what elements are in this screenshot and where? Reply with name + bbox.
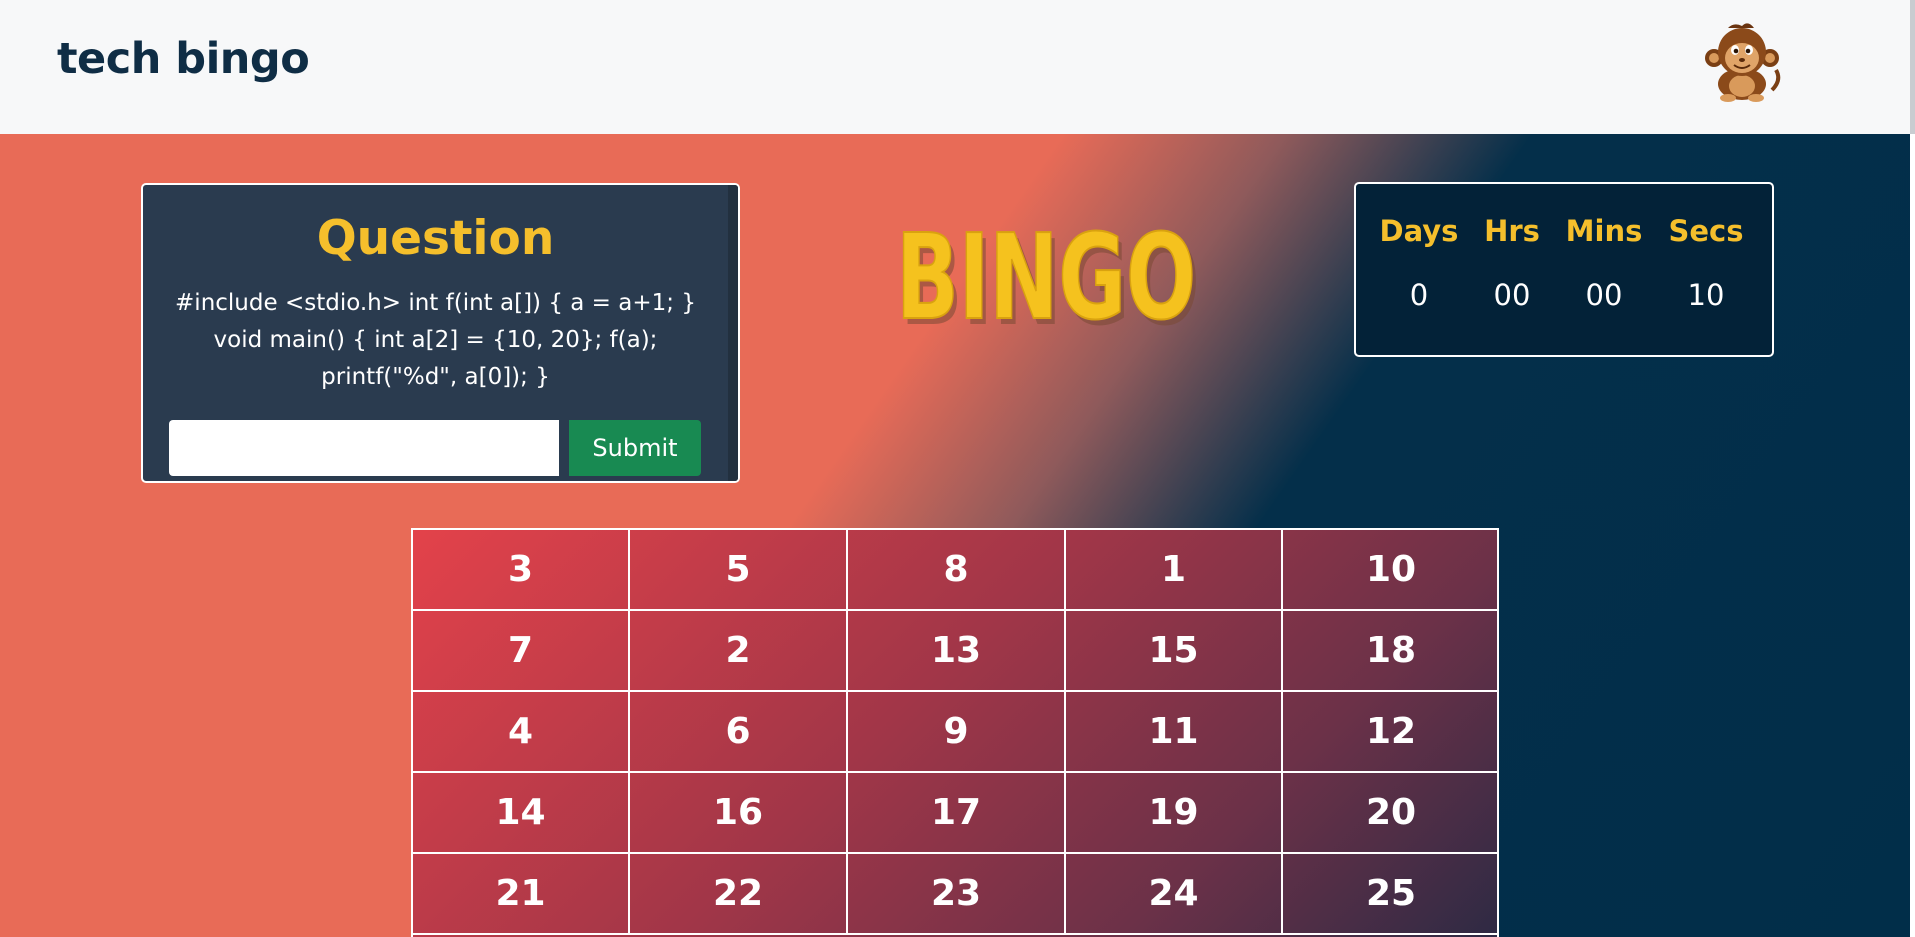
timer-seconds-value: 10 bbox=[1687, 278, 1725, 312]
bingo-cell[interactable]: 11 bbox=[1066, 692, 1283, 773]
top-navbar: tech bingo bbox=[0, 0, 1915, 134]
timer-days: Days 0 bbox=[1371, 214, 1467, 312]
timer-hours: Hrs 00 bbox=[1464, 214, 1560, 312]
bingo-cell[interactable]: 18 bbox=[1283, 611, 1497, 692]
bingo-logo: BINGO BINGO bbox=[895, 207, 1200, 350]
submit-button[interactable]: Submit bbox=[569, 420, 701, 476]
timer-minutes-value: 00 bbox=[1585, 278, 1623, 312]
question-scrollbar[interactable] bbox=[728, 185, 738, 481]
bingo-cell[interactable]: 6 bbox=[630, 692, 848, 773]
brand-title[interactable]: tech bingo bbox=[57, 34, 310, 84]
bingo-cell[interactable]: 13 bbox=[848, 611, 1066, 692]
timer-days-label: Days bbox=[1379, 214, 1459, 248]
bingo-cell[interactable]: 4 bbox=[413, 692, 630, 773]
bingo-cell[interactable]: 24 bbox=[1066, 854, 1283, 935]
bingo-cell[interactable]: 20 bbox=[1283, 773, 1497, 854]
timer-hours-value: 00 bbox=[1493, 278, 1531, 312]
bingo-cell[interactable]: 22 bbox=[630, 854, 848, 935]
timer-days-value: 0 bbox=[1409, 278, 1429, 312]
bingo-cell[interactable]: 5 bbox=[630, 530, 848, 611]
timer-hours-label: Hrs bbox=[1484, 214, 1540, 248]
question-card: Question #include <stdio.h> int f(int a[… bbox=[141, 183, 740, 483]
bingo-logo-text: BINGO bbox=[896, 208, 1196, 346]
bingo-cell[interactable]: 1 bbox=[1066, 530, 1283, 611]
bingo-cell[interactable]: 2 bbox=[630, 611, 848, 692]
bingo-cell[interactable]: 19 bbox=[1066, 773, 1283, 854]
bingo-cell[interactable]: 12 bbox=[1283, 692, 1497, 773]
timer-minutes-label: Mins bbox=[1565, 214, 1643, 248]
bingo-cell[interactable]: 17 bbox=[848, 773, 1066, 854]
question-title: Question bbox=[316, 211, 555, 266]
bingo-cell[interactable]: 23 bbox=[848, 854, 1066, 935]
answer-input[interactable] bbox=[169, 420, 559, 476]
bingo-cell[interactable]: 10 bbox=[1283, 530, 1497, 611]
bingo-cell[interactable]: 14 bbox=[413, 773, 630, 854]
bingo-cell[interactable]: 8 bbox=[848, 530, 1066, 611]
timer-seconds: Secs 10 bbox=[1658, 214, 1754, 312]
question-code-text: #include <stdio.h> int f(int a[]) { a = … bbox=[175, 290, 696, 390]
timer-minutes: Mins 00 bbox=[1556, 214, 1652, 312]
bingo-cell[interactable]: 7 bbox=[413, 611, 630, 692]
bingo-cell[interactable]: 15 bbox=[1066, 611, 1283, 692]
countdown-timer: Days 0 Hrs 00 Mins 00 Secs 10 bbox=[1354, 182, 1774, 357]
bingo-cell[interactable]: 21 bbox=[413, 854, 630, 935]
monkey-avatar-icon[interactable] bbox=[1702, 20, 1782, 102]
bingo-board: 3 5 8 1 10 7 2 13 15 18 4 6 9 11 12 14 16 17 19 20 21 22 23 24 2… bbox=[411, 528, 1499, 937]
timer-seconds-label: Secs bbox=[1668, 214, 1744, 248]
bingo-cell[interactable]: 16 bbox=[630, 773, 848, 854]
bingo-cell[interactable]: 25 bbox=[1283, 854, 1497, 935]
bingo-cell[interactable]: 3 bbox=[413, 530, 630, 611]
bingo-cell[interactable]: 9 bbox=[848, 692, 1066, 773]
